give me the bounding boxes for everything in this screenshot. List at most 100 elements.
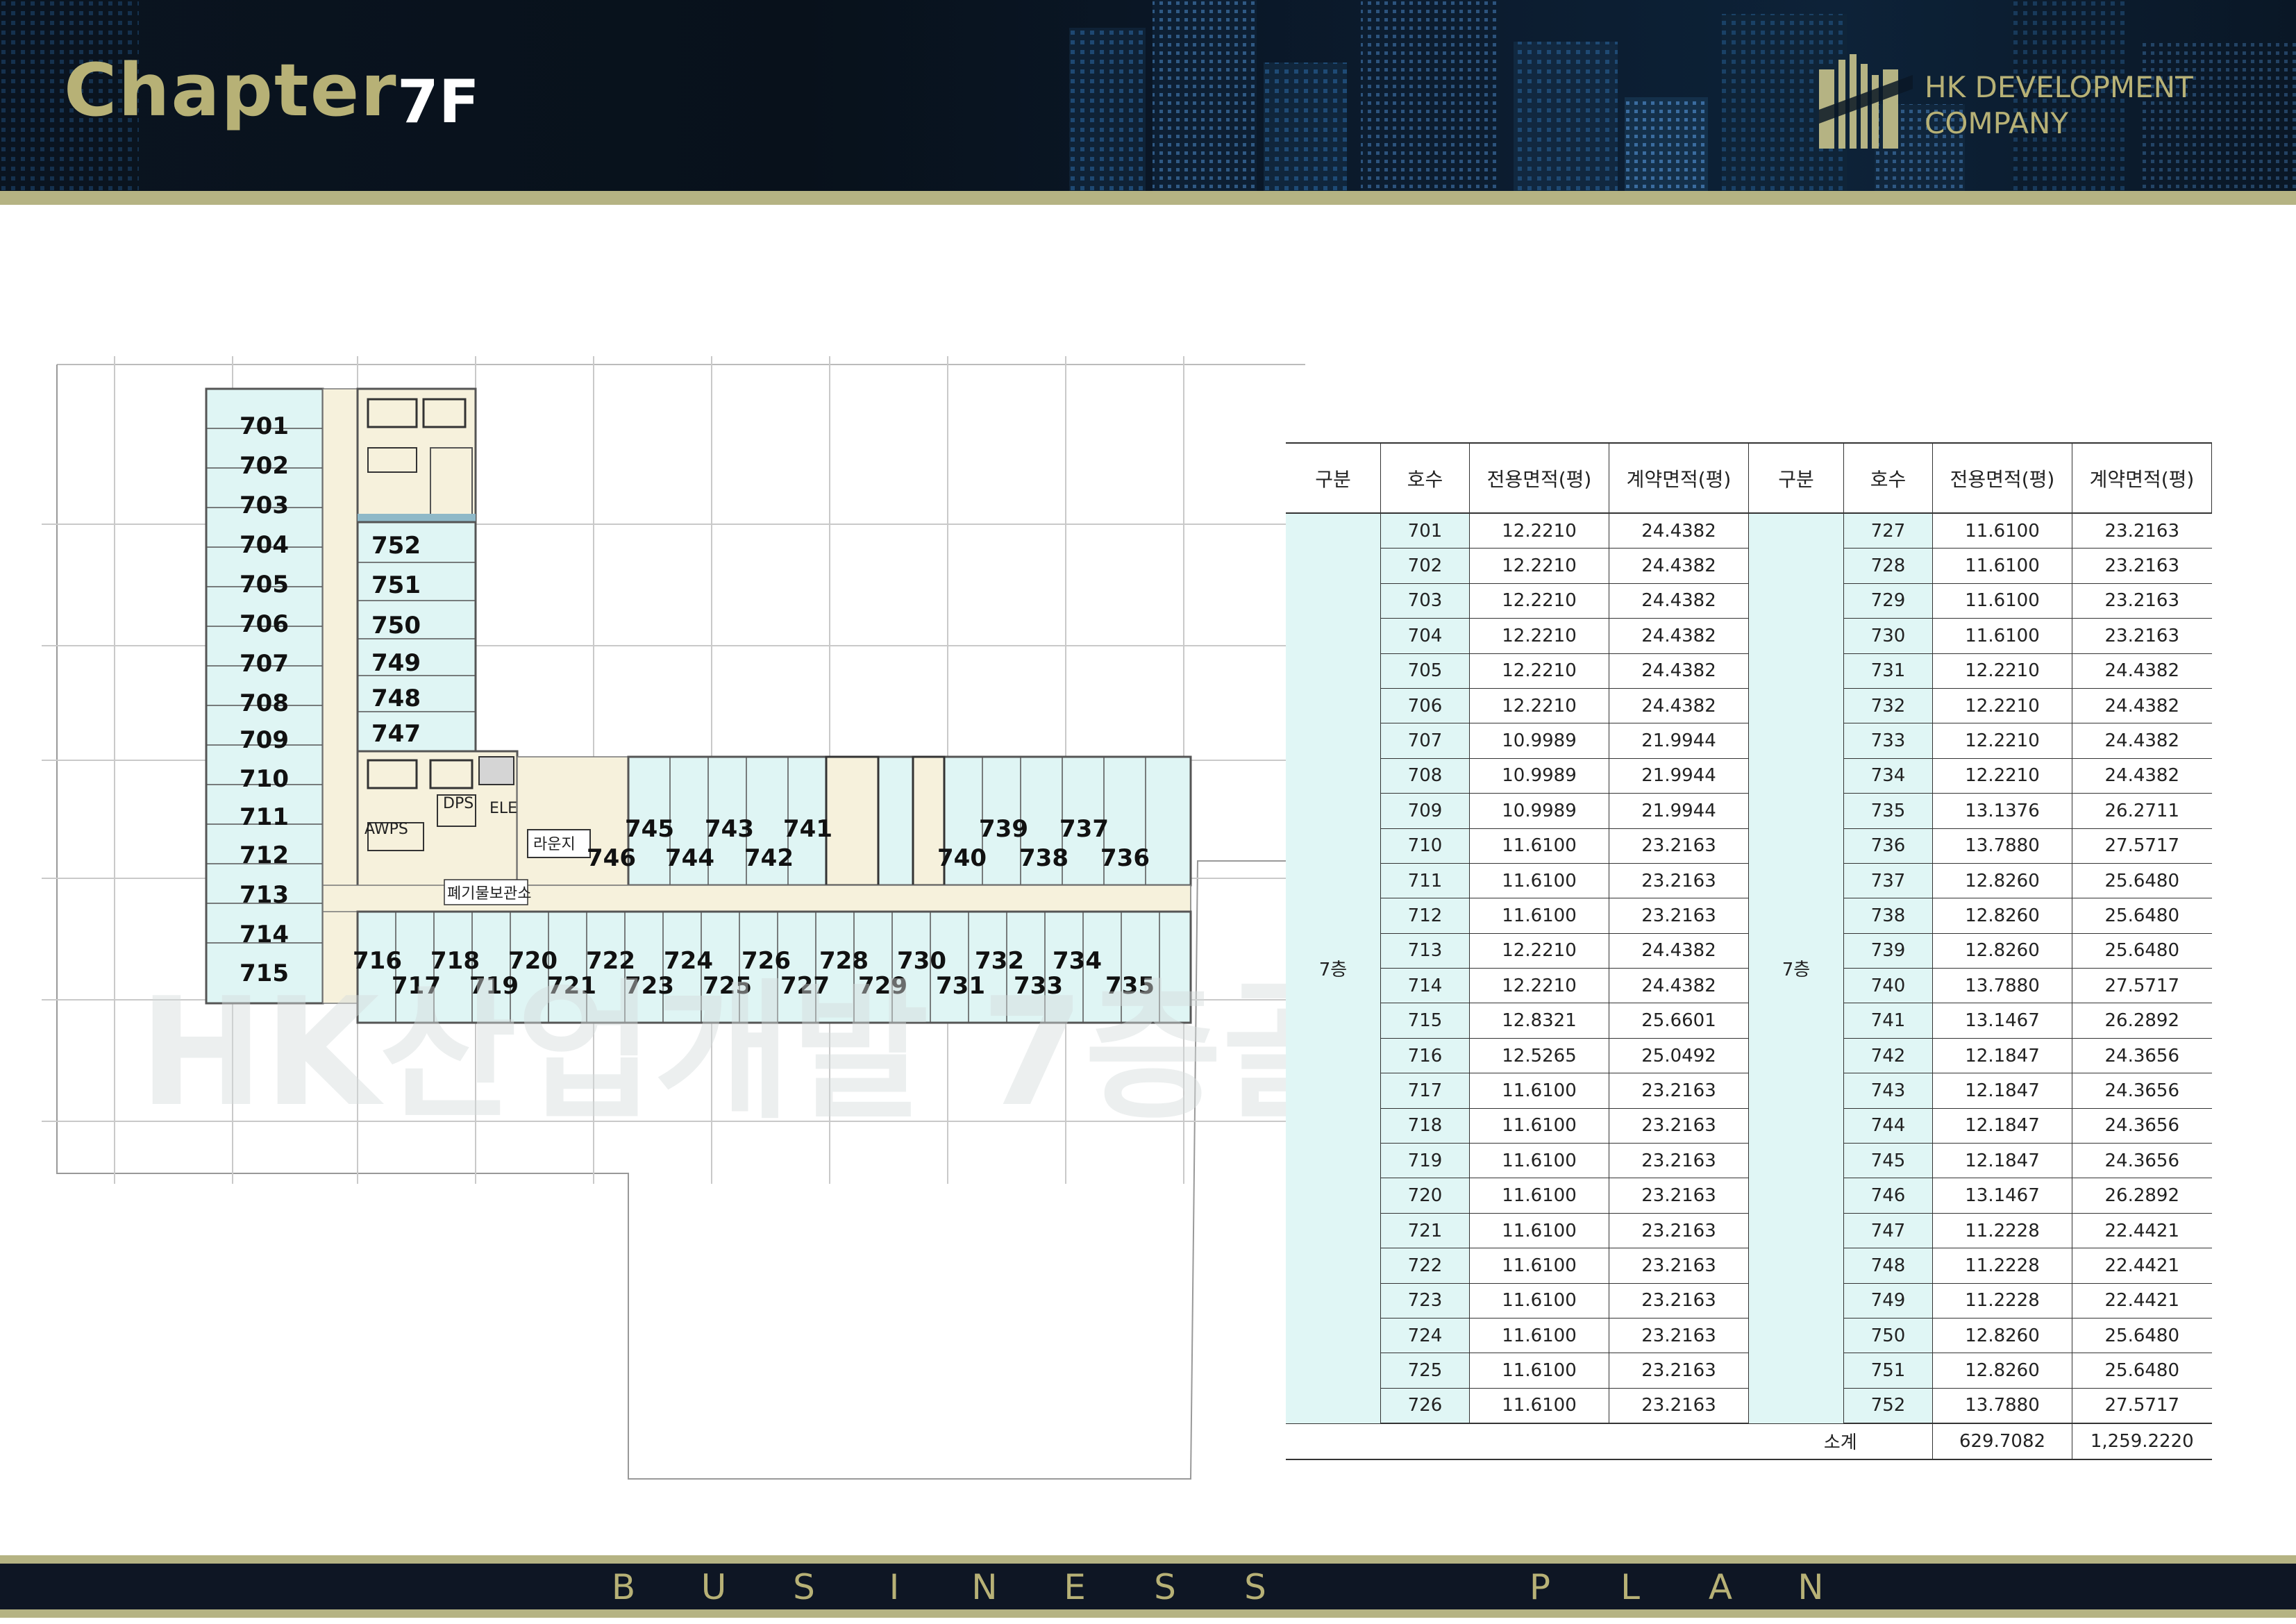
exclusive-area: 11.6100 xyxy=(1469,1108,1609,1144)
contract-area: 22.4421 xyxy=(2072,1213,2212,1249)
contract-area: 24.4382 xyxy=(1609,933,1749,969)
unit-number: 739 xyxy=(1843,933,1933,969)
core-label-dps: DPS xyxy=(443,795,474,812)
exclusive-area: 12.2210 xyxy=(1469,968,1609,1004)
table-row: 7층 701 12.2210 24.4382 7층 727 11.6100 23.2163 xyxy=(1286,513,2212,1424)
unit-number: 703 xyxy=(1380,583,1470,619)
exclusive-area: 13.7880 xyxy=(1932,1388,2072,1425)
unit-number: 743 xyxy=(1843,1073,1933,1109)
footer-letter: S xyxy=(793,1567,815,1607)
contract-area: 21.9944 xyxy=(1609,793,1749,829)
unit-number: 723 xyxy=(1380,1283,1470,1319)
contract-area: 22.4421 xyxy=(2072,1283,2212,1319)
header-exclusive-area: 전용면적(평) xyxy=(1469,442,1609,514)
contract-area: 26.2711 xyxy=(2072,793,2212,829)
exclusive-area: 12.8260 xyxy=(1932,1353,2072,1389)
section-label-left: 7층 xyxy=(1286,513,1381,1424)
unit-area-table: 구분 호수 전용면적(평) 계약면적(평) 구분 호수 전용면적(평) 계약면적… xyxy=(1286,442,2212,1460)
contract-area: 23.2163 xyxy=(1609,1388,1749,1425)
exclusive-area: 12.2210 xyxy=(1469,933,1609,969)
unit-number: 728 xyxy=(1843,548,1933,584)
footer-letter: I xyxy=(889,1567,900,1607)
unit-number: 719 xyxy=(1380,1143,1470,1179)
contract-area: 23.2163 xyxy=(1609,1283,1749,1319)
contract-area: 23.2163 xyxy=(1609,828,1749,864)
contract-area: 25.6480 xyxy=(2072,1353,2212,1389)
unit-number: 735 xyxy=(1843,793,1933,829)
watermark: HK산업개발 7층골 xyxy=(139,965,1305,1139)
contract-area: 23.2163 xyxy=(1609,1248,1749,1284)
contract-area: 23.2163 xyxy=(1609,1353,1749,1389)
exclusive-area: 11.2228 xyxy=(1932,1248,2072,1284)
exclusive-area: 12.2210 xyxy=(1932,758,2072,794)
unit-708: 708 xyxy=(240,689,289,717)
exclusive-area: 12.2210 xyxy=(1932,653,2072,689)
contract-area: 23.2163 xyxy=(1609,863,1749,899)
exclusive-area: 12.2210 xyxy=(1469,618,1609,654)
exclusive-area: 13.1376 xyxy=(1932,793,2072,829)
contract-area: 27.5717 xyxy=(2072,1388,2212,1425)
unit-745: 745 xyxy=(625,815,674,843)
unit-number: 752 xyxy=(1843,1388,1933,1425)
exclusive-area: 12.2210 xyxy=(1469,653,1609,689)
contract-area: 23.2163 xyxy=(1609,1108,1749,1144)
unit-number: 713 xyxy=(1380,933,1470,969)
unit-number: 745 xyxy=(1843,1143,1933,1179)
unit-number: 733 xyxy=(1843,723,1933,759)
exclusive-area: 11.6100 xyxy=(1932,513,2072,549)
unit-number: 714 xyxy=(1380,968,1470,1004)
contract-area: 24.3656 xyxy=(2072,1108,2212,1144)
unit-704: 704 xyxy=(240,531,289,559)
exclusive-area: 11.6100 xyxy=(1932,618,2072,654)
lounge-label: 라운지 xyxy=(533,836,576,853)
contract-area: 23.2163 xyxy=(1609,1143,1749,1179)
unit-711: 711 xyxy=(240,803,289,831)
exclusive-area: 12.8260 xyxy=(1932,1318,2072,1354)
header-section: 구분 xyxy=(1286,442,1381,514)
footer-accent-line-bottom xyxy=(0,1609,2296,1618)
contract-area: 24.3656 xyxy=(2072,1143,2212,1179)
unit-number: 744 xyxy=(1843,1108,1933,1144)
chapter-label: Chapter xyxy=(64,48,398,133)
contract-area: 25.6480 xyxy=(2072,933,2212,969)
unit-number: 746 xyxy=(1843,1178,1933,1214)
contract-area: 24.4382 xyxy=(2072,688,2212,724)
contract-area: 23.2163 xyxy=(2072,583,2212,619)
exclusive-area: 10.9989 xyxy=(1469,758,1609,794)
exclusive-area: 11.6100 xyxy=(1469,1283,1609,1319)
contract-area: 24.4382 xyxy=(1609,513,1749,549)
unit-750: 750 xyxy=(371,612,421,639)
unit-709: 709 xyxy=(240,726,289,754)
contract-area: 24.4382 xyxy=(1609,968,1749,1004)
unit-number: 704 xyxy=(1380,618,1470,654)
exclusive-area: 12.1847 xyxy=(1932,1038,2072,1074)
unit-number: 708 xyxy=(1380,758,1470,794)
exclusive-area: 12.2210 xyxy=(1469,513,1609,549)
unit-number: 705 xyxy=(1380,653,1470,689)
contract-area: 24.4382 xyxy=(2072,758,2212,794)
footer-accent-line-top xyxy=(0,1555,2296,1564)
table-header-row: 구분 호수 전용면적(평) 계약면적(평) 구분 호수 전용면적(평) 계약면적… xyxy=(1286,442,2212,514)
exclusive-area: 12.8321 xyxy=(1469,1003,1609,1039)
exclusive-area: 12.2210 xyxy=(1469,583,1609,619)
contract-area: 24.3656 xyxy=(2072,1038,2212,1074)
unit-738: 738 xyxy=(1019,844,1069,872)
unit-number: 715 xyxy=(1380,1003,1470,1039)
company-line-1: HK DEVELOPMENT xyxy=(1925,70,2193,104)
exclusive-area: 12.2210 xyxy=(1469,688,1609,724)
exclusive-area: 11.6100 xyxy=(1469,863,1609,899)
contract-area: 24.4382 xyxy=(1609,618,1749,654)
unit-number: 731 xyxy=(1843,653,1933,689)
contract-area: 24.4382 xyxy=(2072,723,2212,759)
exclusive-area: 12.1847 xyxy=(1932,1143,2072,1179)
unit-744: 744 xyxy=(665,844,714,872)
exclusive-area: 12.8260 xyxy=(1932,863,2072,899)
unit-number: 724 xyxy=(1380,1318,1470,1354)
unit-702: 702 xyxy=(240,452,289,480)
subtotal-row: 소계 629.7082 1,259.2220 xyxy=(1286,1423,2212,1460)
exclusive-area: 11.2228 xyxy=(1932,1213,2072,1249)
unit-712: 712 xyxy=(240,842,289,869)
contract-area: 24.4382 xyxy=(2072,653,2212,689)
contract-area: 23.2163 xyxy=(2072,548,2212,584)
unit-713: 713 xyxy=(240,881,289,909)
